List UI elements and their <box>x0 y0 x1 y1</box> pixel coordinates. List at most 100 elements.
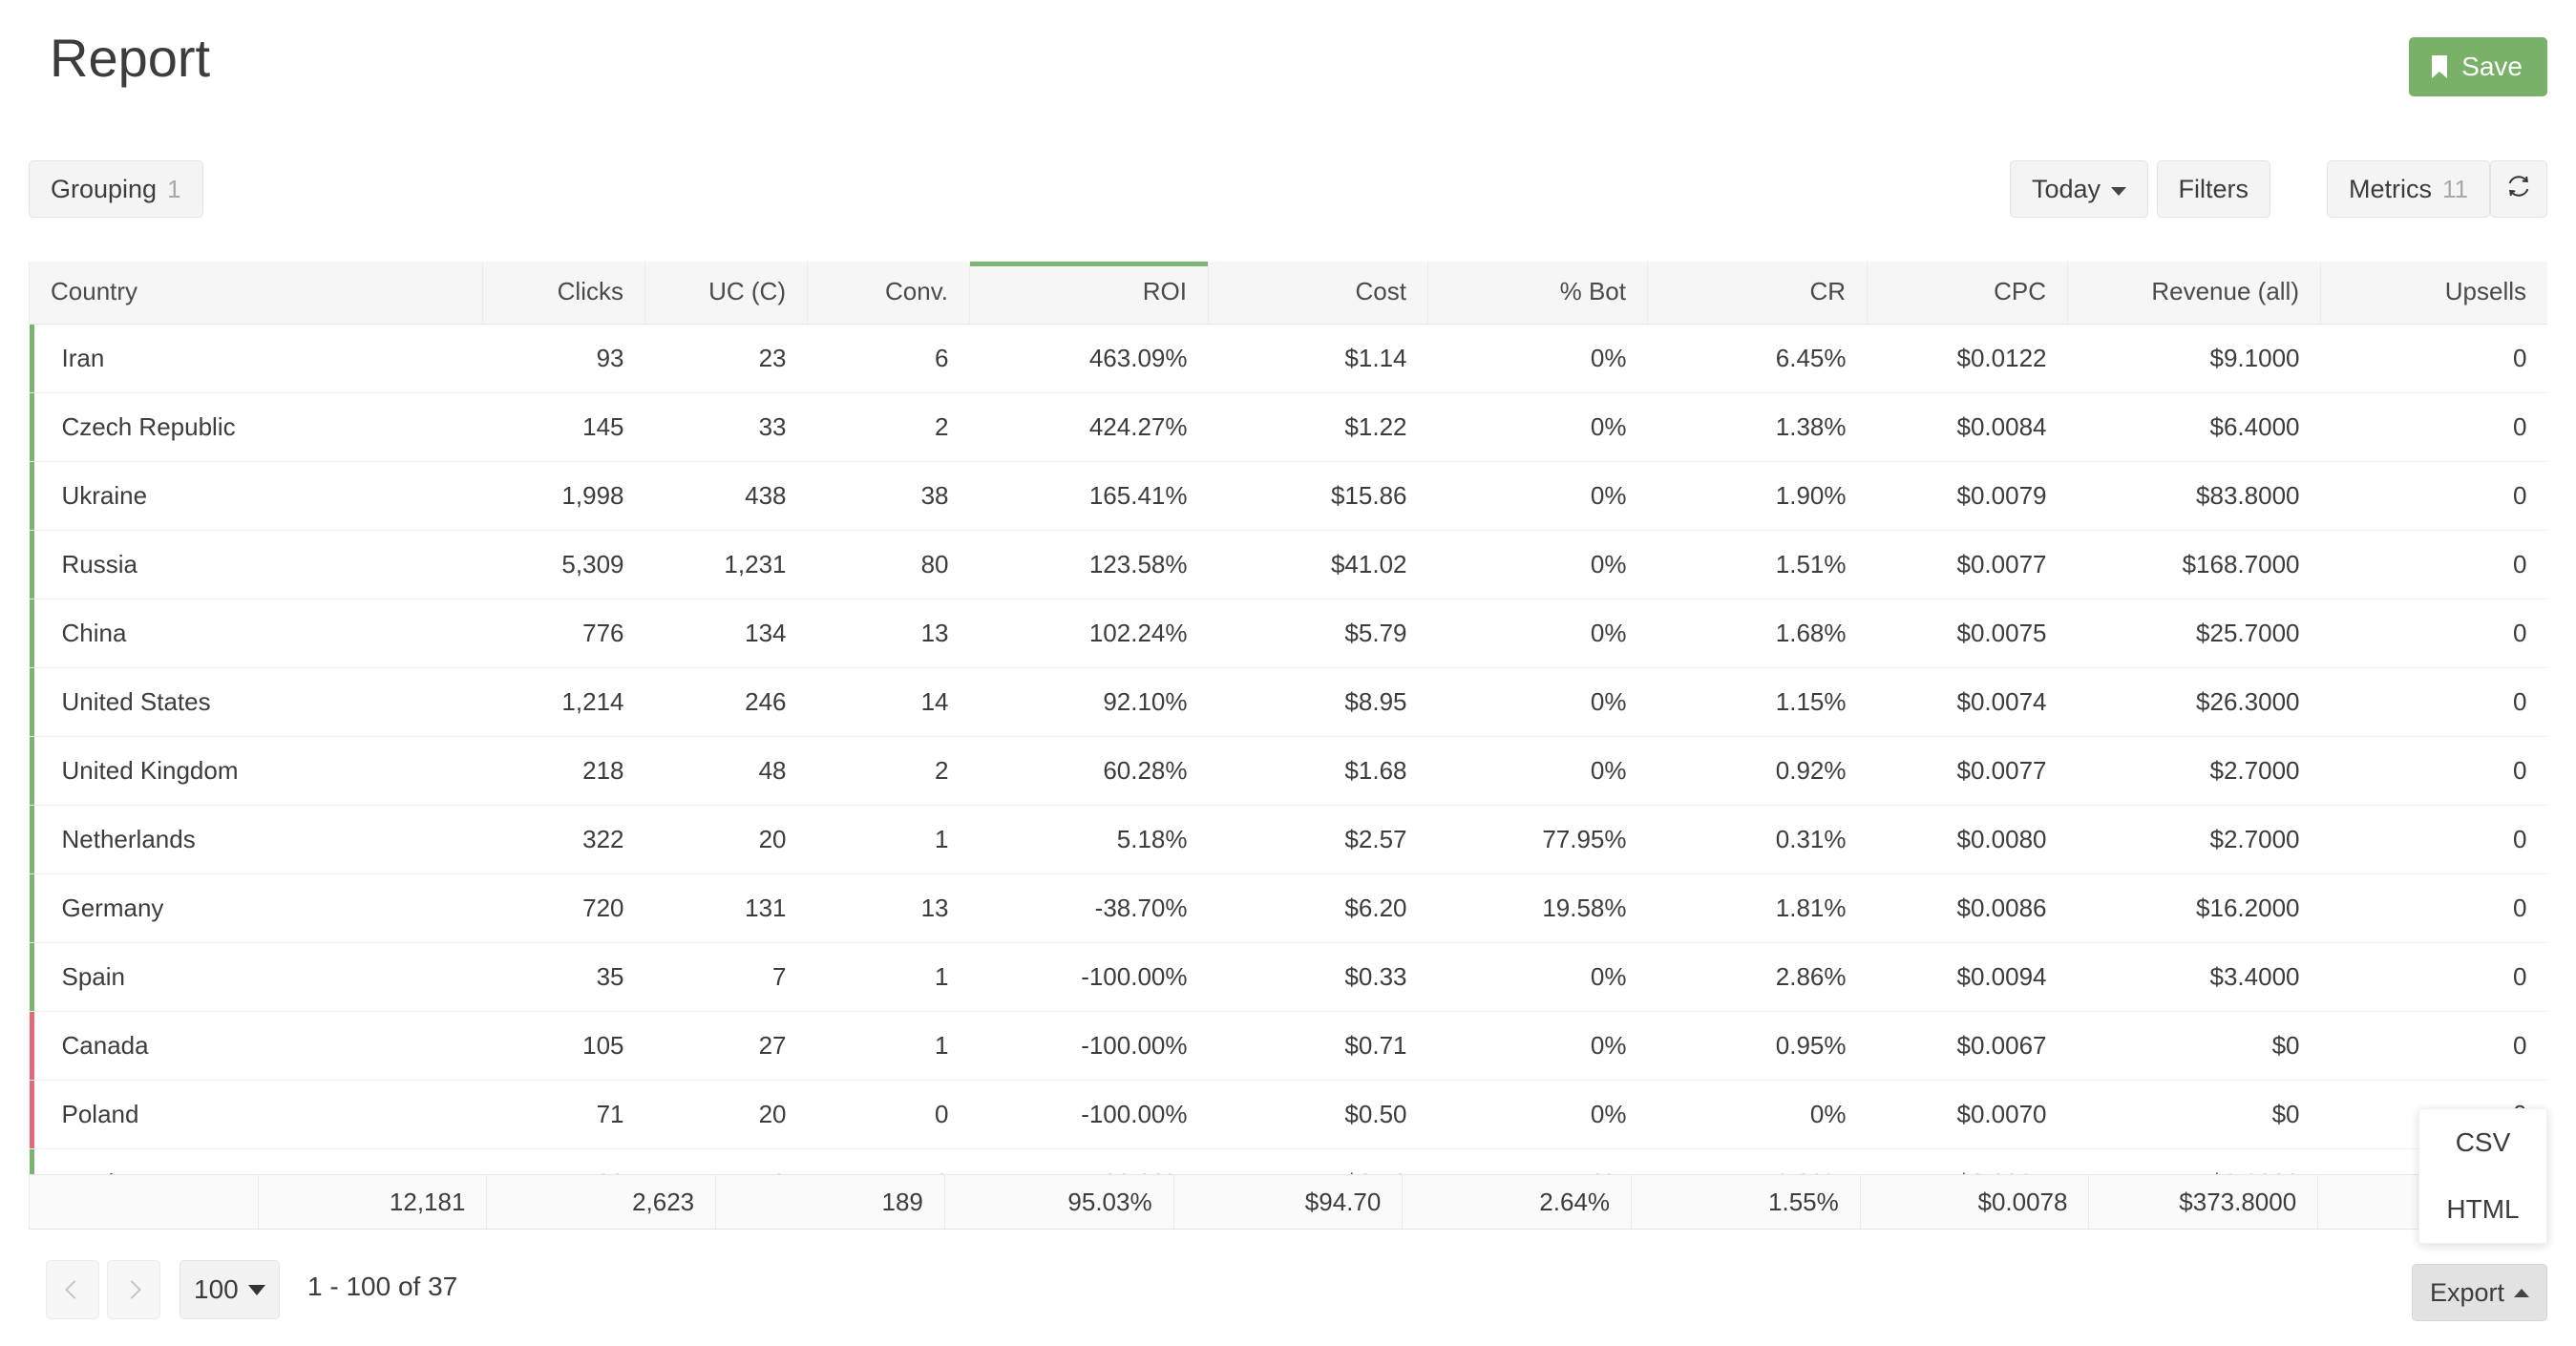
refresh-icon <box>2504 172 2533 207</box>
totals-row: 12,181 2,623 189 95.03% $94.70 2.64% 1.5… <box>29 1175 2547 1229</box>
table-row[interactable]: Spain 35 7 1 -100.00% $0.33 0% 2.86% $0.0094 $3.4… <box>29 942 2547 1012</box>
cell-cost: $2.57 <box>1208 805 1428 874</box>
cell-revenue: $0 <box>2067 1080 2321 1149</box>
country-label: United States <box>61 687 211 716</box>
cell-cpc: $0.0084 <box>1867 392 2068 462</box>
cell-country: United States <box>29 667 483 737</box>
cell-cr: 1.81% <box>1647 873 1868 943</box>
table-row[interactable]: United States 1,214 246 14 92.10% $8.95 0% 1.15… <box>29 667 2547 737</box>
export-option-csv[interactable]: CSV <box>2419 1109 2546 1176</box>
cell-country: Russia <box>29 530 483 599</box>
cell-bot: 0% <box>1427 736 1648 806</box>
table-row[interactable]: Canada 105 27 1 -100.00% $0.71 0% 0.95% $0.0067 $… <box>29 1011 2547 1081</box>
column-header-cr[interactable]: CR <box>1647 262 1868 325</box>
row-status-accent <box>29 1012 34 1080</box>
next-page-button[interactable] <box>107 1260 160 1319</box>
totals-country <box>29 1175 259 1229</box>
cell-conv: 1 <box>807 942 970 1012</box>
refresh-button[interactable] <box>2490 160 2547 218</box>
row-status-accent <box>29 943 34 1011</box>
report-table: Country Clicks UC (C) Conv. ROI Cost % B… <box>29 262 2547 1201</box>
cell-cr: 6.45% <box>1647 324 1868 393</box>
row-status-accent <box>29 393 34 461</box>
pagination-range-label: 1 - 100 of 37 <box>307 1272 458 1301</box>
cell-upsells: 0 <box>2320 461 2547 531</box>
column-header-roi[interactable]: ROI <box>969 262 1209 325</box>
cell-cr: 1.68% <box>1647 599 1868 668</box>
cell-conv: 14 <box>807 667 970 737</box>
metrics-count: 11 <box>2442 174 2468 203</box>
country-label: Germany <box>61 894 164 922</box>
column-header-cost[interactable]: Cost <box>1208 262 1428 325</box>
cell-roi: 102.24% <box>969 599 1209 668</box>
table-header-row: Country Clicks UC (C) Conv. ROI Cost % B… <box>29 262 2547 325</box>
row-status-accent <box>29 325 34 392</box>
table-row[interactable]: China 776 134 13 102.24% $5.79 0% 1.68% $0.0075 $… <box>29 599 2547 668</box>
metrics-button[interactable]: Metrics 11 <box>2327 160 2490 218</box>
cell-cr: 0.95% <box>1647 1011 1868 1081</box>
table-row[interactable]: Netherlands 322 20 1 5.18% $2.57 77.95% 0.31% $0… <box>29 805 2547 874</box>
cell-revenue: $2.7000 <box>2067 736 2321 806</box>
cell-clicks: 1,214 <box>482 667 645 737</box>
cell-country: Canada <box>29 1011 483 1081</box>
cell-clicks: 5,309 <box>482 530 645 599</box>
cell-cost: $0.71 <box>1208 1011 1428 1081</box>
table-row[interactable]: United Kingdom 218 48 2 60.28% $1.68 0% 0.92% $0… <box>29 736 2547 806</box>
table-row[interactable]: Iran 93 23 6 463.09% $1.14 0% 6.45% $0.0122 $9.10… <box>29 324 2547 393</box>
row-status-accent <box>29 599 34 667</box>
cell-uc: 131 <box>644 873 808 943</box>
page-size-value: 100 <box>194 1274 239 1304</box>
cell-country: United Kingdom <box>29 736 483 806</box>
export-dropdown-menu[interactable]: CSV HTML <box>2418 1108 2547 1244</box>
cell-cost: $1.68 <box>1208 736 1428 806</box>
row-status-accent <box>29 462 34 530</box>
previous-page-button[interactable] <box>46 1260 99 1319</box>
cell-upsells: 0 <box>2320 805 2547 874</box>
cell-bot: 0% <box>1427 392 1648 462</box>
column-header-bot[interactable]: % Bot <box>1427 262 1648 325</box>
table-body: Iran 93 23 6 463.09% $1.14 0% 6.45% $0.0122 $9.10… <box>29 324 2547 1201</box>
column-header-uc[interactable]: UC (C) <box>644 262 808 325</box>
cell-bot: 0% <box>1427 461 1648 531</box>
save-button[interactable]: Save <box>2409 37 2547 96</box>
cell-cpc: $0.0086 <box>1867 873 2068 943</box>
table-row[interactable]: Czech Republic 145 33 2 424.27% $1.22 0% 1.38% $… <box>29 392 2547 462</box>
cell-conv: 0 <box>807 1080 970 1149</box>
column-header-conv[interactable]: Conv. <box>807 262 970 325</box>
export-option-html[interactable]: HTML <box>2419 1176 2546 1243</box>
cell-cost: $6.20 <box>1208 873 1428 943</box>
report-table-container[interactable]: Country Clicks UC (C) Conv. ROI Cost % B… <box>29 262 2547 1201</box>
table-row[interactable]: Ukraine 1,998 438 38 165.41% $15.86 0% 1.90% $0.… <box>29 461 2547 531</box>
cell-cpc: $0.0094 <box>1867 942 2068 1012</box>
table-row[interactable]: Russia 5,309 1,231 80 123.58% $41.02 0% 1.51% $0… <box>29 530 2547 599</box>
column-header-cpc[interactable]: CPC <box>1867 262 2068 325</box>
page-size-select[interactable]: 100 <box>179 1260 280 1319</box>
export-button[interactable]: Export <box>2411 1264 2547 1321</box>
save-button-label: Save <box>2461 52 2523 81</box>
cell-cpc: $0.0067 <box>1867 1011 2068 1081</box>
cell-bot: 0% <box>1427 599 1648 668</box>
pagination-bar: 100 1 - 100 of 37 <box>0 1260 2576 1346</box>
cell-country: Czech Republic <box>29 392 483 462</box>
grouping-button[interactable]: Grouping 1 <box>29 160 203 218</box>
cell-bot: 0% <box>1427 1011 1648 1081</box>
column-header-clicks[interactable]: Clicks <box>482 262 645 325</box>
cell-revenue: $3.4000 <box>2067 942 2321 1012</box>
table-row[interactable]: Germany 720 131 13 -38.70% $6.20 19.58% 1.81% $0… <box>29 873 2547 943</box>
totals-cr: 1.55% <box>1631 1175 1861 1229</box>
table-row[interactable]: Poland71200-100.00%$0.500%0%$0.0070$00 <box>29 1080 2547 1149</box>
filters-button[interactable]: Filters <box>2156 160 2270 218</box>
column-header-upsells[interactable]: Upsells <box>2320 262 2547 325</box>
cell-uc: 20 <box>644 805 808 874</box>
cell-conv: 2 <box>807 392 970 462</box>
cell-clicks: 35 <box>482 942 645 1012</box>
country-label: Russia <box>61 550 137 578</box>
cell-cost: $1.22 <box>1208 392 1428 462</box>
row-status-accent <box>29 668 34 736</box>
date-range-button[interactable]: Today <box>2009 160 2148 218</box>
cell-cpc: $0.0079 <box>1867 461 2068 531</box>
column-header-country[interactable]: Country <box>29 262 483 325</box>
table-header: Country Clicks UC (C) Conv. ROI Cost % B… <box>29 262 2547 325</box>
column-header-revenue[interactable]: Revenue (all) <box>2067 262 2321 325</box>
cell-cr: 1.51% <box>1647 530 1868 599</box>
